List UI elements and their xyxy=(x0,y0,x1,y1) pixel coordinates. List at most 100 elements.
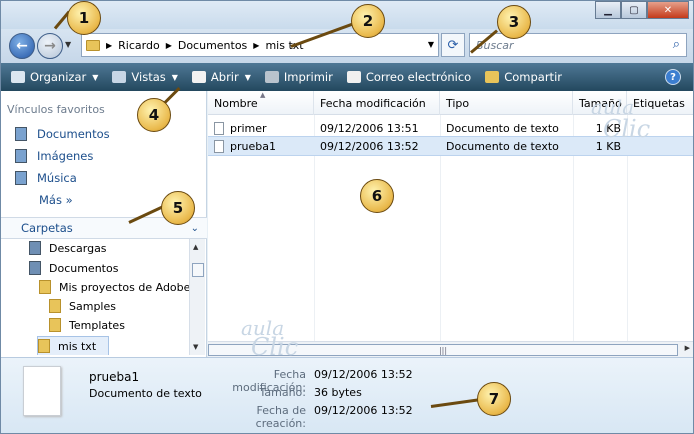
col-tipo[interactable]: Tipo xyxy=(440,91,573,115)
col-label: Nombre xyxy=(214,96,258,110)
text-file-icon xyxy=(214,121,224,135)
cell-date: 09/12/2006 13:52 xyxy=(320,139,419,153)
fav-label: Imágenes xyxy=(37,149,94,163)
tree-item-samples[interactable]: Samples xyxy=(49,299,116,313)
text-file-large-icon xyxy=(23,366,61,416)
scroll-down-icon[interactable]: ▼ xyxy=(193,343,198,351)
printer-icon xyxy=(264,71,279,83)
folder-icon xyxy=(49,299,61,313)
col-label: Fecha modificación xyxy=(320,96,426,110)
minimize-button[interactable]: ▁ xyxy=(595,1,621,19)
fav-musica[interactable]: Música xyxy=(15,171,77,185)
documents-icon xyxy=(29,261,41,275)
fav-documentos[interactable]: Documentos xyxy=(15,127,110,141)
tree-item-documentos[interactable]: Documentos xyxy=(29,261,118,275)
chevron-down-icon: ▼ xyxy=(171,72,178,82)
back-arrow-icon: ← xyxy=(16,38,28,54)
maximize-button[interactable]: ▢ xyxy=(621,1,647,19)
sort-up-icon: ▲ xyxy=(260,91,266,99)
tree-item-templates[interactable]: Templates xyxy=(49,318,125,332)
cell-date: 09/12/2006 13:51 xyxy=(320,121,419,135)
correo-label: Correo electrónico xyxy=(365,70,472,84)
tree-label: Documentos xyxy=(49,261,119,275)
tree-scrollbar[interactable]: ▲ ▼ xyxy=(189,239,205,355)
chevron-right-icon[interactable]: ▶ xyxy=(106,41,112,50)
cell-name: prueba1 xyxy=(208,136,314,156)
detail-file-name: prueba1 xyxy=(89,370,140,384)
callout-7: 7 xyxy=(477,382,511,416)
chevron-down-icon: ▼ xyxy=(92,72,99,82)
correo-button[interactable]: Correo electrónico xyxy=(346,70,472,84)
col-fecha[interactable]: Fecha modificación xyxy=(314,91,440,115)
back-button[interactable]: ← xyxy=(9,33,35,59)
abrir-button[interactable]: Abrir ▼ xyxy=(191,70,251,84)
tree-item-mis-txt[interactable]: mis txt xyxy=(37,336,110,355)
cell-type: Documento de texto xyxy=(446,139,559,153)
tree-item-descargas[interactable]: Descargas xyxy=(29,241,107,255)
vistas-button[interactable]: Vistas ▼ xyxy=(112,70,178,84)
folder-icon xyxy=(39,280,51,294)
callout-2: 2 xyxy=(351,4,385,38)
folder-tree: Descargas Documentos Mis proyectos de Ad… xyxy=(1,239,189,355)
cell-name: primer xyxy=(208,118,314,138)
col-nombre[interactable]: ▲ Nombre xyxy=(208,91,314,115)
chevron-right-icon[interactable]: ▶ xyxy=(166,41,172,50)
explorer-window: ▁ ▢ ✕ ← → ▼ ▶ Ricardo ▶ Documentos ▶ mis… xyxy=(0,0,694,434)
chevron-down-icon: ⌄ xyxy=(190,222,199,234)
recent-pages-dropdown[interactable]: ▼ xyxy=(65,40,71,49)
breadcrumb-documentos[interactable]: Documentos xyxy=(178,39,247,52)
help-icon[interactable]: ? xyxy=(665,69,681,85)
detail-size-value: 36 bytes xyxy=(314,386,362,399)
more-label: Más xyxy=(39,193,62,207)
chevron-down-icon: ▼ xyxy=(244,72,251,82)
address-dropdown-icon[interactable]: ▼ xyxy=(428,40,434,49)
close-button[interactable]: ✕ xyxy=(647,1,689,19)
music-icon xyxy=(15,171,27,185)
email-icon xyxy=(346,71,361,83)
search-box[interactable]: Buscar ⌕ xyxy=(469,33,687,57)
callout-3: 3 xyxy=(497,5,531,39)
tree-label: Mis proyectos de Adobe xyxy=(59,280,189,294)
compartir-button[interactable]: Compartir xyxy=(485,70,562,84)
tree-item-mis-proyectos-adobe[interactable]: Mis proyectos de Adobe xyxy=(39,280,189,294)
double-chevron-icon: » xyxy=(65,193,73,207)
file-name: primer xyxy=(230,121,267,135)
col-etiquetas[interactable]: Etiquetas xyxy=(627,91,693,115)
address-row: ← → ▼ ▶ Ricardo ▶ Documentos ▶ mis txt ▼… xyxy=(1,29,693,63)
breadcrumb-ricardo[interactable]: Ricardo xyxy=(118,39,160,52)
imprimir-button[interactable]: Imprimir xyxy=(264,70,333,84)
file-name: prueba1 xyxy=(230,139,276,153)
watermark-clic: Clic xyxy=(603,115,651,143)
chevron-right-icon[interactable]: ▶ xyxy=(253,41,259,50)
search-icon[interactable]: ⌕ xyxy=(673,37,680,52)
detail-created-value: 09/12/2006 13:52 xyxy=(314,404,413,417)
scroll-thumb[interactable] xyxy=(192,263,204,277)
refresh-button[interactable]: ⟳ xyxy=(441,33,465,57)
scroll-right-icon[interactable]: ▶ xyxy=(685,344,690,352)
fav-imagenes[interactable]: Imágenes xyxy=(15,149,93,163)
callout-1: 1 xyxy=(67,1,101,35)
organize-icon xyxy=(11,71,25,83)
scroll-up-icon[interactable]: ▲ xyxy=(193,243,198,251)
organizar-button[interactable]: Organizar ▼ xyxy=(11,70,98,84)
downloads-icon xyxy=(29,241,41,255)
cell-type: Documento de texto xyxy=(446,121,559,135)
detail-created-label: Fecha de creación: xyxy=(255,404,306,430)
forward-button[interactable]: → xyxy=(37,33,63,59)
share-icon xyxy=(485,71,500,83)
refresh-icon: ⟳ xyxy=(447,37,459,53)
text-file-icon xyxy=(214,139,224,153)
open-icon xyxy=(191,71,206,83)
favorites-header: Vínculos favoritos xyxy=(7,103,105,116)
fav-label: Música xyxy=(37,171,77,185)
command-toolbar: Organizar ▼ Vistas ▼ Abrir ▼ Imprimir Co… xyxy=(1,63,693,91)
window-controls: ▁ ▢ ✕ xyxy=(595,1,689,19)
more-link[interactable]: Más » xyxy=(39,193,73,207)
abrir-label: Abrir xyxy=(210,70,239,84)
views-icon xyxy=(112,71,127,83)
address-bar[interactable]: ▶ Ricardo ▶ Documentos ▶ mis txt ▼ xyxy=(81,33,439,57)
detail-file-type: Documento de texto xyxy=(89,387,202,400)
col-label: Etiquetas xyxy=(633,96,685,110)
pictures-icon xyxy=(15,149,27,163)
imprimir-label: Imprimir xyxy=(283,70,333,84)
